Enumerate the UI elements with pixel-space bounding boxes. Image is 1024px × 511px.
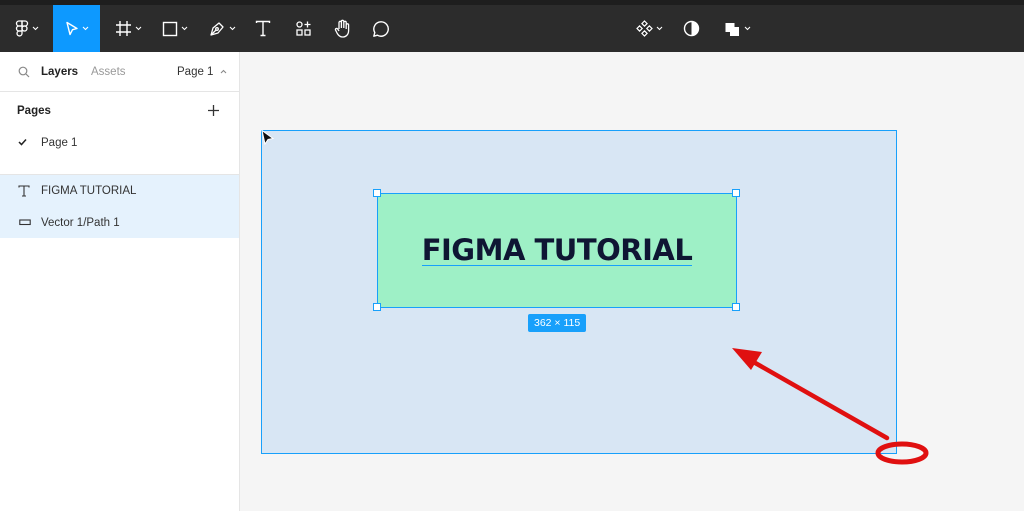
contrast-icon — [683, 20, 699, 37]
comment-tool-button[interactable] — [368, 5, 394, 52]
components-icon — [635, 20, 653, 37]
pages-heading: Pages — [17, 105, 51, 117]
add-page-icon[interactable] — [207, 104, 220, 117]
page-selector-label: Page 1 — [177, 66, 214, 78]
rectangle-icon — [162, 21, 178, 36]
main-menu-button[interactable] — [6, 5, 48, 52]
chevron-down-icon — [229, 26, 235, 31]
vector-icon — [19, 219, 31, 226]
layer-item-figma-tutorial[interactable]: FIGMA TUTORIAL — [0, 175, 239, 207]
frame-tool-button[interactable] — [108, 5, 148, 52]
layer-item-vector-path[interactable]: Vector 1/Path 1 — [0, 207, 239, 239]
hand-icon — [334, 19, 349, 38]
chevron-down-icon — [135, 26, 141, 31]
layers-list: FIGMA TUTORIAL Vector 1/Path 1 — [0, 174, 239, 238]
page-item-page-1[interactable]: Page 1 — [0, 127, 239, 159]
top-toolbar — [0, 0, 1024, 52]
page-item-label: Page 1 — [41, 137, 78, 149]
boolean-button[interactable] — [718, 5, 756, 52]
chevron-down-icon — [181, 26, 188, 31]
chevron-down-icon — [32, 26, 39, 31]
move-tool-button[interactable] — [53, 5, 100, 52]
annotation-overlay — [732, 348, 929, 465]
frame-icon — [115, 21, 131, 36]
resources-icon — [295, 21, 311, 36]
figma-logo-icon — [15, 19, 29, 37]
layer-item-label: Vector 1/Path 1 — [41, 217, 120, 229]
red-arrow-annotation — [732, 348, 890, 441]
layer-item-label: FIGMA TUTORIAL — [41, 185, 137, 197]
checkmark-icon — [18, 138, 27, 146]
sidebar-header: Layers Assets Page 1 — [0, 52, 239, 92]
text-icon — [18, 185, 30, 197]
text-icon — [255, 20, 271, 37]
page-selector[interactable]: Page 1 — [177, 66, 227, 78]
left-sidebar: Layers Assets Page 1 Pages Page 1 FIGMA … — [0, 52, 240, 511]
pen-tool-button[interactable] — [202, 5, 242, 52]
chevron-down-icon — [744, 26, 750, 31]
pen-icon — [209, 22, 224, 36]
text-tool-button[interactable] — [250, 5, 276, 52]
cursor-arrow-icon — [65, 21, 78, 35]
shape-tool-button[interactable] — [155, 5, 195, 52]
red-circle-annotation — [875, 441, 929, 465]
search-icon[interactable] — [18, 66, 30, 78]
boolean-union-icon — [725, 23, 739, 36]
resources-tool-button[interactable] — [290, 5, 316, 52]
tab-layers[interactable]: Layers — [41, 66, 78, 78]
canvas-area[interactable]: FIGMA TUTORIAL 362 × 115 — [240, 52, 1024, 511]
components-button[interactable] — [632, 5, 666, 52]
comment-icon — [373, 20, 389, 37]
chevron-down-icon — [82, 26, 88, 31]
tab-assets[interactable]: Assets — [91, 66, 126, 78]
mask-button[interactable] — [678, 5, 704, 52]
chevron-up-icon — [220, 69, 227, 74]
hand-tool-button[interactable] — [328, 5, 356, 52]
chevron-down-icon — [656, 26, 662, 31]
